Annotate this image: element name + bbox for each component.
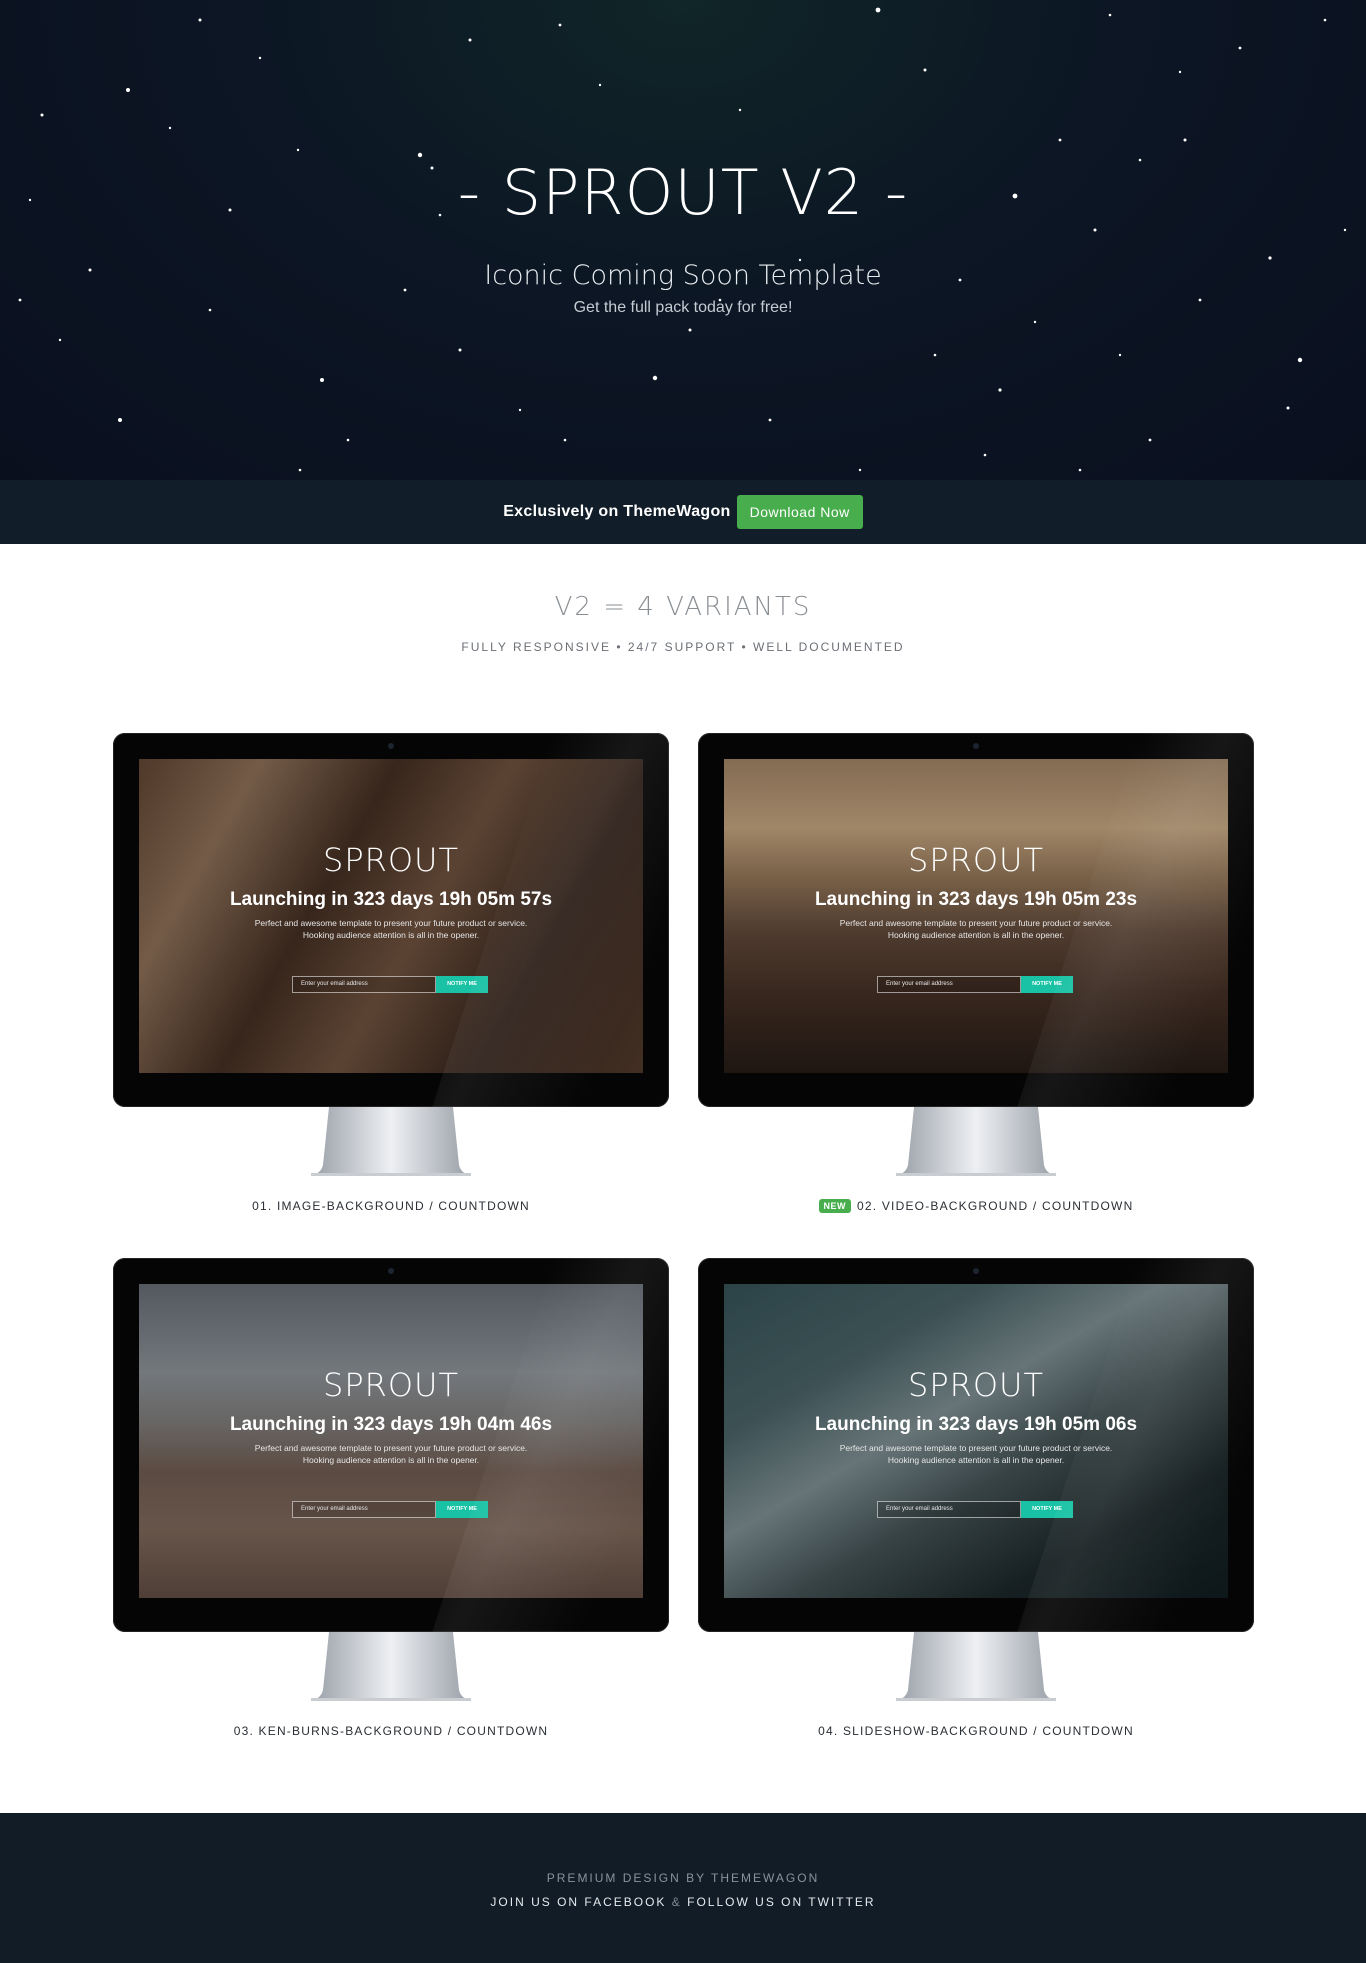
variant-card-1[interactable]: SPROUT Launching in 323 days 19h 05m 57s… (113, 733, 669, 1223)
variants-heading: V2 = 4 VARIANTS (554, 592, 812, 622)
preview-email-input: Enter your email address (292, 976, 436, 993)
monitor-frame: SPROUT Launching in 323 days 19h 04m 46s… (113, 1258, 669, 1632)
monitor-frame: SPROUT Launching in 323 days 19h 05m 06s… (698, 1258, 1254, 1632)
caption-text: 02. VIDEO-BACKGROUND / COUNTDOWN (857, 1199, 1134, 1213)
preview-notify-button: NOTIFY ME (1021, 976, 1073, 993)
variant-caption[interactable]: 01. IMAGE-BACKGROUND / COUNTDOWN (113, 1199, 669, 1213)
ampersand: & (671, 1895, 682, 1909)
footer-credit: PREMIUM DESIGN BY THEMEWAGON (546, 1871, 820, 1885)
preview-email-input: Enter your email address (877, 1501, 1021, 1518)
monitor-frame: SPROUT Launching in 323 days 19h 05m 57s… (113, 733, 669, 1107)
monitor-stand (896, 1632, 1056, 1701)
hero-subtitle: Iconic Coming Soon Template (484, 260, 882, 291)
variant-caption[interactable]: NEW 02. VIDEO-BACKGROUND / COUNTDOWN (698, 1199, 1254, 1213)
preview-description: Perfect and awesome template to present … (254, 1443, 528, 1465)
camera-dot (973, 1268, 979, 1274)
preview-countdown: Launching in 323 days 19h 05m 06s (814, 1414, 1138, 1435)
exclusive-text: Exclusively on ThemeWagon (503, 503, 731, 520)
preview-countdown: Launching in 323 days 19h 05m 57s (229, 889, 553, 910)
preview-countdown: Launching in 323 days 19h 04m 46s (229, 1414, 553, 1435)
camera-dot (973, 743, 979, 749)
variant-card-2[interactable]: SPROUT Launching in 323 days 19h 05m 23s… (698, 733, 1254, 1223)
variant-card-3[interactable]: SPROUT Launching in 323 days 19h 04m 46s… (113, 1258, 669, 1748)
footer-social-links: JOIN US ON FACEBOOK & FOLLOW US ON TWITT… (0, 1895, 1366, 1909)
new-badge: NEW (818, 1199, 852, 1213)
preview-description: Perfect and awesome template to present … (839, 918, 1113, 940)
preview-notify-button: NOTIFY ME (436, 1501, 488, 1518)
screen-preview: SPROUT Launching in 323 days 19h 05m 23s… (724, 759, 1228, 1073)
camera-dot (388, 1268, 394, 1274)
caption-text: 03. KEN-BURNS-BACKGROUND / COUNTDOWN (233, 1724, 549, 1738)
preview-notify-button: NOTIFY ME (436, 976, 488, 993)
variant-caption[interactable]: 03. KEN-BURNS-BACKGROUND / COUNTDOWN (113, 1724, 669, 1738)
preview-countdown: Launching in 323 days 19h 05m 23s (814, 889, 1138, 910)
hero-section: - SPROUT V2 - Iconic Coming Soon Templat… (0, 0, 1366, 480)
preview-brand: SPROUT (323, 841, 459, 879)
caption-text: 01. IMAGE-BACKGROUND / COUNTDOWN (252, 1199, 530, 1213)
preview-notify-form: Enter your email address NOTIFY ME (877, 1501, 1073, 1518)
preview-brand: SPROUT (908, 1366, 1044, 1404)
variant-card-4[interactable]: SPROUT Launching in 323 days 19h 05m 06s… (698, 1258, 1254, 1748)
monitor-frame: SPROUT Launching in 323 days 19h 05m 23s… (698, 733, 1254, 1107)
starfield-background (18, 7, 1347, 472)
screen-preview: SPROUT Launching in 323 days 19h 04m 46s… (139, 1284, 643, 1598)
download-now-button[interactable]: Download Now (736, 495, 863, 529)
preview-email-input: Enter your email address (292, 1501, 436, 1518)
preview-notify-button: NOTIFY ME (1021, 1501, 1073, 1518)
preview-brand: SPROUT (908, 841, 1044, 879)
preview-notify-form: Enter your email address NOTIFY ME (877, 976, 1073, 993)
preview-notify-form: Enter your email address NOTIFY ME (292, 976, 488, 993)
preview-email-input: Enter your email address (877, 976, 1021, 993)
variant-caption[interactable]: 04. SLIDESHOW-BACKGROUND / COUNTDOWN (698, 1724, 1254, 1738)
hero-tagline: Get the full pack today for free! (573, 299, 793, 316)
preview-description: Perfect and awesome template to present … (839, 1443, 1113, 1465)
screen-preview: SPROUT Launching in 323 days 19h 05m 57s… (139, 759, 643, 1073)
features-subheading: FULLY RESPONSIVE • 24/7 SUPPORT • WELL D… (461, 640, 905, 654)
camera-dot (388, 743, 394, 749)
preview-brand: SPROUT (323, 1366, 459, 1404)
monitor-stand (311, 1107, 471, 1176)
download-strip: Exclusively on ThemeWagon Download Now (0, 480, 1366, 544)
preview-description: Perfect and awesome template to present … (254, 918, 528, 940)
hero-title: - SPROUT V2 - (457, 156, 909, 229)
twitter-link[interactable]: FOLLOW US ON TWITTER (687, 1895, 875, 1909)
facebook-link[interactable]: JOIN US ON FACEBOOK (490, 1895, 666, 1909)
footer: PREMIUM DESIGN BY THEMEWAGON JOIN US ON … (0, 1813, 1366, 1963)
caption-text: 04. SLIDESHOW-BACKGROUND / COUNTDOWN (818, 1724, 1134, 1738)
preview-notify-form: Enter your email address NOTIFY ME (292, 1501, 488, 1518)
screen-preview: SPROUT Launching in 323 days 19h 05m 06s… (724, 1284, 1228, 1598)
monitor-stand (896, 1107, 1056, 1176)
monitor-stand (311, 1632, 471, 1701)
